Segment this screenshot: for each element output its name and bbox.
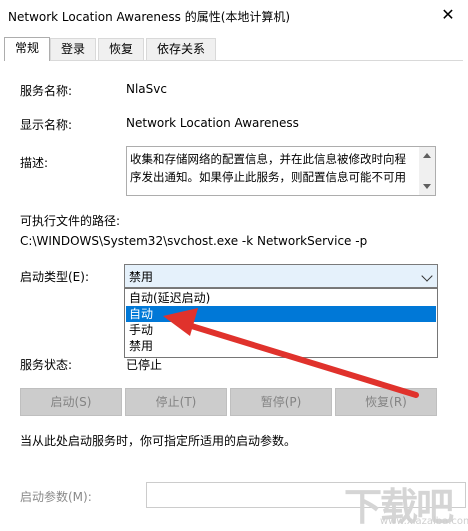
description-label: 描述: <box>20 156 49 170</box>
stop-button[interactable]: 停止(T) <box>125 388 227 416</box>
tab-general[interactable]: 常规 <box>4 37 50 61</box>
startup-type-select[interactable]: 禁用 <box>124 264 438 288</box>
tab-recovery[interactable]: 恢复 <box>98 38 144 60</box>
option-disabled[interactable]: 禁用 <box>126 338 436 354</box>
watermark-url: www.xiazaiba.com <box>380 516 468 527</box>
tab-dependencies[interactable]: 依存关系 <box>146 38 216 60</box>
description-box[interactable]: 收集和存储网络的配置信息，并在此信息被修改时向程序发出通知。如果停止此服务，则配… <box>126 146 436 196</box>
exe-path-label: 可执行文件的路径: <box>20 214 121 228</box>
service-status-value: 已停止 <box>126 358 163 372</box>
display-name-value: Network Location Awareness <box>126 116 299 130</box>
service-status-label: 服务状态: <box>20 358 73 372</box>
chevron-down-icon[interactable] <box>421 270 433 282</box>
option-auto-delayed[interactable]: 自动(延迟启动) <box>126 290 436 306</box>
description-text: 收集和存储网络的配置信息，并在此信息被修改时向程序发出通知。如果停止此服务，则配… <box>130 152 406 184</box>
startup-type-value: 禁用 <box>129 270 154 284</box>
title-bar: Network Location Awareness 的属性(本地计算机) ✕ <box>0 0 468 32</box>
tab-logon[interactable]: 登录 <box>50 38 96 60</box>
start-hint-text: 当从此处启动服务时，你可指定所适用的启动参数。 <box>20 434 297 448</box>
start-button[interactable]: 启动(S) <box>20 388 122 416</box>
startup-type-dropdown: 自动(延迟启动) 自动 手动 禁用 <box>124 288 438 358</box>
service-name-value: NlaSvc <box>126 82 167 96</box>
window-title: Network Location Awareness 的属性(本地计算机) <box>8 10 291 24</box>
service-name-label: 服务名称: <box>20 84 73 98</box>
start-params-label: 启动参数(M): <box>20 490 92 504</box>
resume-button[interactable]: 恢复(R) <box>335 388 437 416</box>
option-manual[interactable]: 手动 <box>126 322 436 338</box>
startup-type-label: 启动类型(E): <box>20 270 89 284</box>
option-auto[interactable]: 自动 <box>126 306 436 322</box>
display-name-label: 显示名称: <box>20 118 73 132</box>
pause-button[interactable]: 暂停(P) <box>230 388 332 416</box>
description-scrollbar[interactable] <box>419 147 435 195</box>
watermark-logo: 下载吧 www.xiazaiba.com <box>340 476 468 530</box>
exe-path-value: C:\WINDOWS\System32\svchost.exe -k Netwo… <box>20 234 368 248</box>
scroll-down-icon[interactable] <box>423 184 431 189</box>
scroll-up-icon[interactable] <box>423 153 431 158</box>
close-icon[interactable]: ✕ <box>428 0 468 30</box>
